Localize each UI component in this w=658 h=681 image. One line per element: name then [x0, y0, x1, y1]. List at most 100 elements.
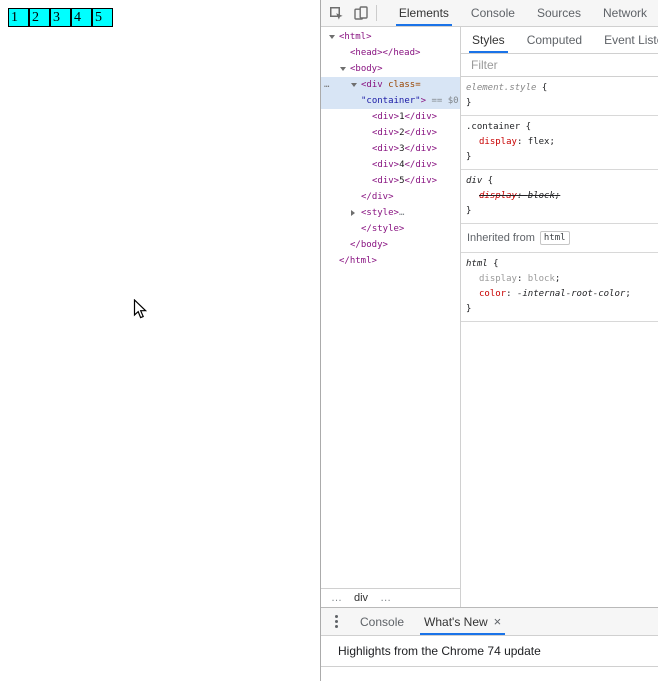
- code-token: </html>: [339, 256, 377, 266]
- selector-token: div: [466, 176, 483, 186]
- code-token: <head></head>: [350, 48, 421, 58]
- devtools-panel: Elements Console Sources Network <html> <hea…: [320, 0, 658, 681]
- flex-item: 2: [29, 8, 50, 27]
- code-token: </div>: [404, 176, 438, 186]
- property-value: -internal-root-color: [516, 289, 626, 299]
- flex-item: 3: [50, 8, 71, 27]
- tab-console[interactable]: Console: [460, 0, 526, 26]
- tree-node[interactable]: <div>4</div>: [321, 157, 460, 173]
- styles-filter-input[interactable]: [471, 58, 648, 72]
- rule-close-brace: }: [466, 206, 472, 216]
- browser-page: 12345: [0, 0, 320, 681]
- semicolon: ;: [554, 191, 561, 201]
- tree-node[interactable]: </html>: [321, 253, 460, 269]
- tree-node[interactable]: <div>1</div>: [321, 109, 460, 125]
- rule-selector: .container {: [461, 120, 658, 135]
- css-property[interactable]: display: block;: [461, 189, 658, 204]
- breadcrumb-item[interactable]: div: [354, 592, 368, 604]
- tab-elements[interactable]: Elements: [388, 0, 460, 26]
- mouse-cursor-icon: [133, 299, 148, 319]
- inherited-from-label: Inherited from: [467, 232, 535, 244]
- tree-node[interactable]: <html>: [321, 29, 460, 45]
- styles-tab-styles[interactable]: Styles: [461, 27, 516, 53]
- tree-node[interactable]: … <div class=: [321, 77, 460, 93]
- expanded-arrow-icon[interactable]: [340, 67, 346, 71]
- property-value: flex: [527, 137, 550, 147]
- inspect-element-button[interactable]: [325, 1, 349, 25]
- flex-container: 12345: [8, 8, 113, 27]
- style-rule: element.style {}: [461, 77, 658, 116]
- selector-token: {: [536, 83, 548, 93]
- selector-token: .container: [466, 122, 521, 132]
- styles-filter-bar: [461, 54, 658, 77]
- rule-selector: element.style {: [461, 81, 658, 96]
- code-token: </div>: [404, 128, 438, 138]
- drawer-tab-label: Console: [360, 614, 405, 629]
- tree-node[interactable]: </body>: [321, 237, 460, 253]
- css-property[interactable]: display: block;: [461, 272, 658, 287]
- code-token: </div>: [404, 144, 438, 154]
- code-token: "container": [361, 96, 421, 106]
- semicolon: ;: [625, 289, 631, 299]
- drawer: Console What's New × Highlights from the C…: [321, 607, 658, 681]
- breadcrumb-item[interactable]: …: [380, 592, 391, 604]
- selector-token: html: [466, 259, 488, 269]
- drawer-menu-icon[interactable]: [333, 611, 340, 632]
- rule-close-brace: }: [466, 98, 472, 108]
- tree-node[interactable]: <div>3</div>: [321, 141, 460, 157]
- rule-selector: html {: [461, 257, 658, 272]
- selector-token: {: [487, 259, 499, 269]
- styles-tab-event-listeners[interactable]: Event Listeners: [593, 27, 658, 53]
- code-token: <div>: [372, 160, 400, 170]
- code-token: </style>: [361, 224, 405, 234]
- expanded-arrow-icon[interactable]: [351, 83, 357, 87]
- tree-node[interactable]: </style>: [321, 221, 460, 237]
- code-token: </div>: [404, 112, 438, 122]
- breadcrumb: … div …: [321, 588, 460, 607]
- colon: :: [516, 137, 528, 147]
- property-value: block: [527, 274, 555, 284]
- drawer-toolbar: Console What's New ×: [321, 608, 658, 636]
- node-overflow-icon[interactable]: …: [324, 77, 330, 93]
- tab-network[interactable]: Network: [592, 0, 658, 26]
- collapsed-arrow-icon[interactable]: [351, 210, 355, 216]
- code-token: <div>: [372, 144, 400, 154]
- rule-close-brace: }: [466, 304, 472, 314]
- styles-tab-computed[interactable]: Computed: [516, 27, 593, 53]
- css-property[interactable]: display: flex;: [461, 135, 658, 150]
- selector-token: {: [520, 122, 532, 132]
- close-icon[interactable]: ×: [494, 615, 502, 628]
- devtools-toolbar: Elements Console Sources Network: [321, 0, 658, 27]
- elements-panel: <html> <head></head> <body> … <div class= "co…: [321, 27, 461, 607]
- inherited-node-link[interactable]: html: [539, 231, 570, 245]
- code-token: </div>: [361, 192, 394, 202]
- tree-node[interactable]: "container"> == $0: [321, 93, 460, 109]
- flex-item: 5: [92, 8, 113, 27]
- tree-node[interactable]: <style>…: [321, 205, 460, 221]
- tree-node[interactable]: </div>: [321, 189, 460, 205]
- tree-node[interactable]: <div>2</div>: [321, 125, 460, 141]
- devtools-main-tabs: Elements Console Sources Network: [388, 0, 658, 26]
- drawer-tab-console[interactable]: Console: [350, 608, 414, 635]
- drawer-tab-what-s-new[interactable]: What's New ×: [414, 608, 511, 635]
- tree-node[interactable]: <div>5</div>: [321, 173, 460, 189]
- toolbar-separator: [375, 5, 377, 21]
- flex-item: 4: [71, 8, 92, 27]
- breadcrumb-item[interactable]: …: [331, 592, 342, 604]
- semicolon: ;: [549, 137, 555, 147]
- tree-node[interactable]: <head></head>: [321, 45, 460, 61]
- rule-close-brace: }: [466, 152, 472, 162]
- css-property[interactable]: color: -internal-root-color;: [461, 287, 658, 302]
- styles-sidebar: StylesComputedEvent Listeners element.st…: [461, 27, 658, 607]
- devtools-body: <html> <head></head> <body> … <div class= "co…: [321, 27, 658, 607]
- tab-sources[interactable]: Sources: [526, 0, 592, 26]
- style-rule: .container {display: flex;}: [461, 116, 658, 170]
- property-value: block: [527, 191, 555, 201]
- flex-item: 1: [8, 8, 29, 27]
- property-name: display: [479, 137, 517, 147]
- device-toolbar-button[interactable]: [349, 1, 373, 25]
- drawer-content-area: [321, 667, 658, 681]
- tree-node[interactable]: <body>: [321, 61, 460, 77]
- expanded-arrow-icon[interactable]: [329, 35, 335, 39]
- whats-new-heading: Highlights from the Chrome 74 update: [321, 636, 658, 667]
